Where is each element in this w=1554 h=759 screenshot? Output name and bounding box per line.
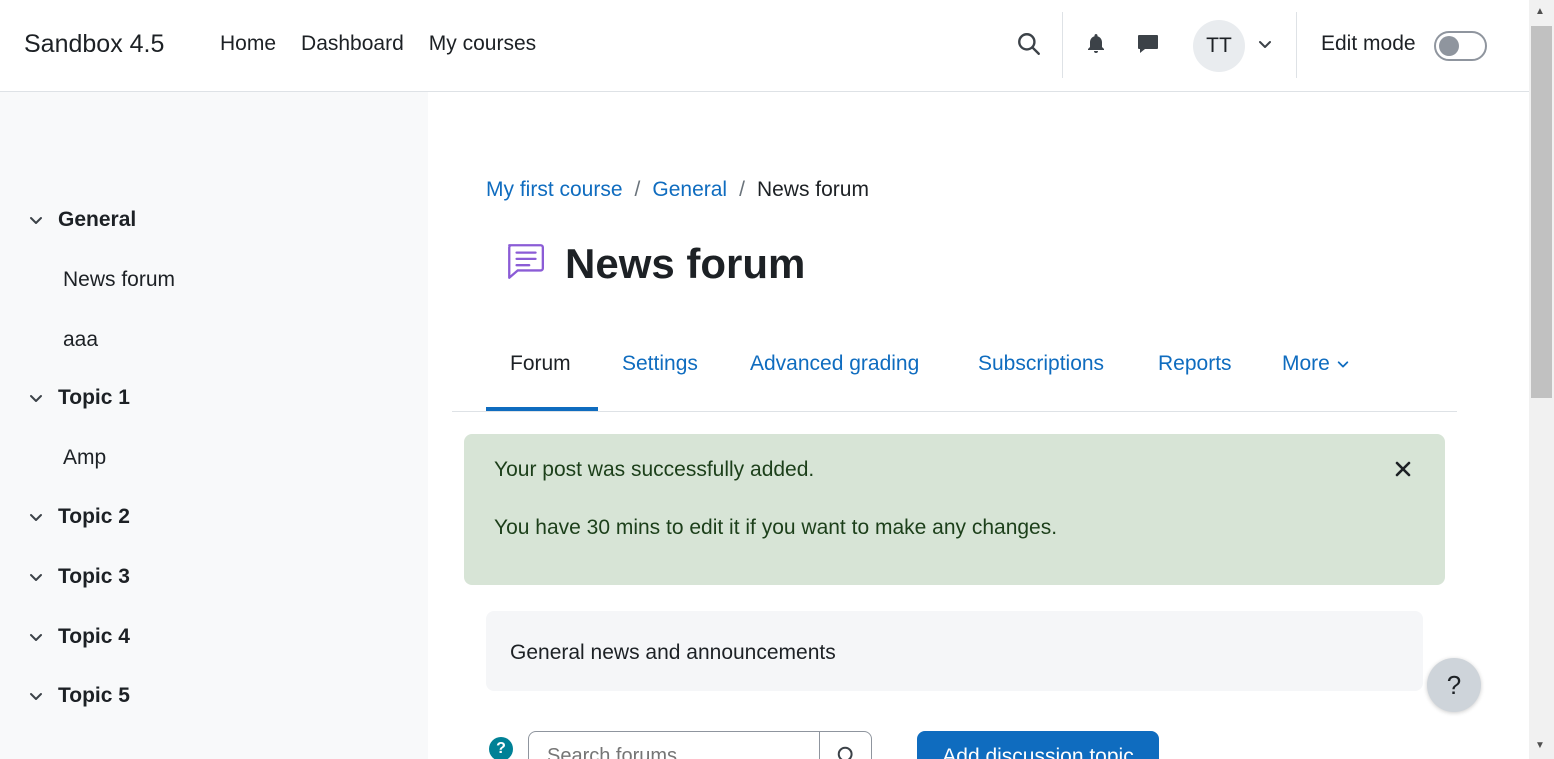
search-help-label: ? [496, 740, 506, 757]
site-brand[interactable]: Sandbox 4.5 [24, 30, 164, 59]
alert-message-line-2: You have 30 mins to edit it if you want … [494, 516, 1058, 539]
page-title: News forum [565, 240, 806, 287]
breadcrumb-link-section[interactable]: General [652, 178, 727, 202]
top-navbar: Sandbox 4.5 Home Dashboard My courses TT… [0, 0, 1529, 92]
user-avatar[interactable]: TT [1193, 20, 1245, 72]
tab-settings[interactable]: Settings [622, 352, 698, 376]
search-forums-input[interactable] [529, 732, 819, 759]
nav-my-courses-link[interactable]: My courses [429, 32, 536, 56]
course-index-section-topic-1[interactable]: Topic 1 [28, 386, 130, 410]
chevron-down-icon[interactable] [28, 509, 44, 525]
section-title[interactable]: Topic 3 [58, 565, 130, 589]
primary-navigation: Home Dashboard My courses [220, 32, 561, 56]
section-title[interactable]: General [58, 208, 136, 232]
messages-icon[interactable] [1134, 30, 1162, 58]
course-index-section-topic-3[interactable]: Topic 3 [28, 565, 130, 589]
course-index-section-topic-2[interactable]: Topic 2 [28, 505, 130, 529]
chevron-down-icon[interactable] [28, 629, 44, 645]
course-index-item[interactable]: Amp [63, 446, 106, 470]
search-icon [836, 745, 858, 759]
forum-intro-text: General news and announcements [510, 641, 836, 664]
navbar-divider [1296, 12, 1297, 78]
tab-more[interactable]: More [1282, 352, 1350, 376]
breadcrumb-separator: / [634, 178, 641, 201]
toggle-knob [1439, 36, 1459, 56]
scroll-up-arrow-icon[interactable]: ▲ [1535, 6, 1545, 17]
forum-icon [504, 240, 546, 282]
tab-reports[interactable]: Reports [1158, 352, 1232, 376]
nav-home-link[interactable]: Home [220, 32, 276, 56]
course-index-section-topic-5[interactable]: Topic 5 [28, 684, 130, 708]
edit-mode-label: Edit mode [1321, 32, 1416, 55]
breadcrumb: My first course / General / News forum [486, 178, 869, 202]
success-alert: Your post was successfully added. You ha… [464, 434, 1445, 585]
section-title[interactable]: Topic 5 [58, 684, 130, 708]
active-tab-indicator [486, 407, 598, 411]
course-index-section-general[interactable]: General [28, 208, 136, 232]
help-floating-button[interactable]: ? [1427, 658, 1481, 712]
section-title[interactable]: Topic 4 [58, 625, 130, 649]
tab-forum[interactable]: Forum [510, 352, 571, 376]
navbar-divider [1062, 12, 1063, 78]
nav-dashboard-link[interactable]: Dashboard [301, 32, 404, 56]
alert-message-line-1: Your post was successfully added. [494, 458, 815, 481]
scroll-down-arrow-icon[interactable]: ▼ [1535, 740, 1545, 751]
close-icon[interactable] [1394, 460, 1414, 480]
avatar-initials: TT [1206, 34, 1232, 57]
breadcrumb-link-course[interactable]: My first course [486, 178, 623, 202]
breadcrumb-current: News forum [756, 178, 869, 201]
section-title[interactable]: Topic 1 [58, 386, 130, 410]
bell-icon[interactable] [1082, 30, 1110, 58]
tab-subscriptions[interactable]: Subscriptions [978, 352, 1104, 376]
search-icon[interactable] [1015, 30, 1043, 58]
chevron-down-icon[interactable] [28, 390, 44, 406]
search-help-icon[interactable]: ? [489, 737, 513, 759]
secondary-navigation-tabs: Forum Settings Advanced grading Subscrip… [452, 340, 1457, 412]
user-menu-chevron-down-icon[interactable] [1251, 30, 1279, 58]
help-fab-label: ? [1446, 669, 1462, 700]
edit-mode-toggle[interactable] [1434, 31, 1487, 61]
search-submit-button[interactable] [819, 732, 871, 759]
add-discussion-topic-button[interactable]: Add discussion topic [917, 731, 1159, 759]
search-forums-box [528, 731, 872, 759]
tab-advanced-grading[interactable]: Advanced grading [750, 352, 919, 376]
course-index-section-topic-4[interactable]: Topic 4 [28, 625, 130, 649]
add-discussion-topic-label: Add discussion topic [942, 745, 1134, 759]
course-index-item[interactable]: aaa [63, 328, 98, 352]
section-title[interactable]: Topic 2 [58, 505, 130, 529]
forum-intro-box: General news and announcements [486, 611, 1423, 691]
chevron-down-icon[interactable] [28, 688, 44, 704]
course-index-drawer: General News forum aaa Topic 1 Amp Topic… [0, 92, 428, 759]
chevron-down-icon[interactable] [1336, 357, 1350, 371]
course-index-item[interactable]: News forum [63, 268, 175, 292]
chevron-down-icon[interactable] [28, 212, 44, 228]
scrollbar-thumb[interactable] [1531, 26, 1552, 398]
tab-more-label[interactable]: More [1282, 352, 1330, 376]
breadcrumb-separator: / [739, 178, 745, 201]
chevron-down-icon[interactable] [28, 569, 44, 585]
